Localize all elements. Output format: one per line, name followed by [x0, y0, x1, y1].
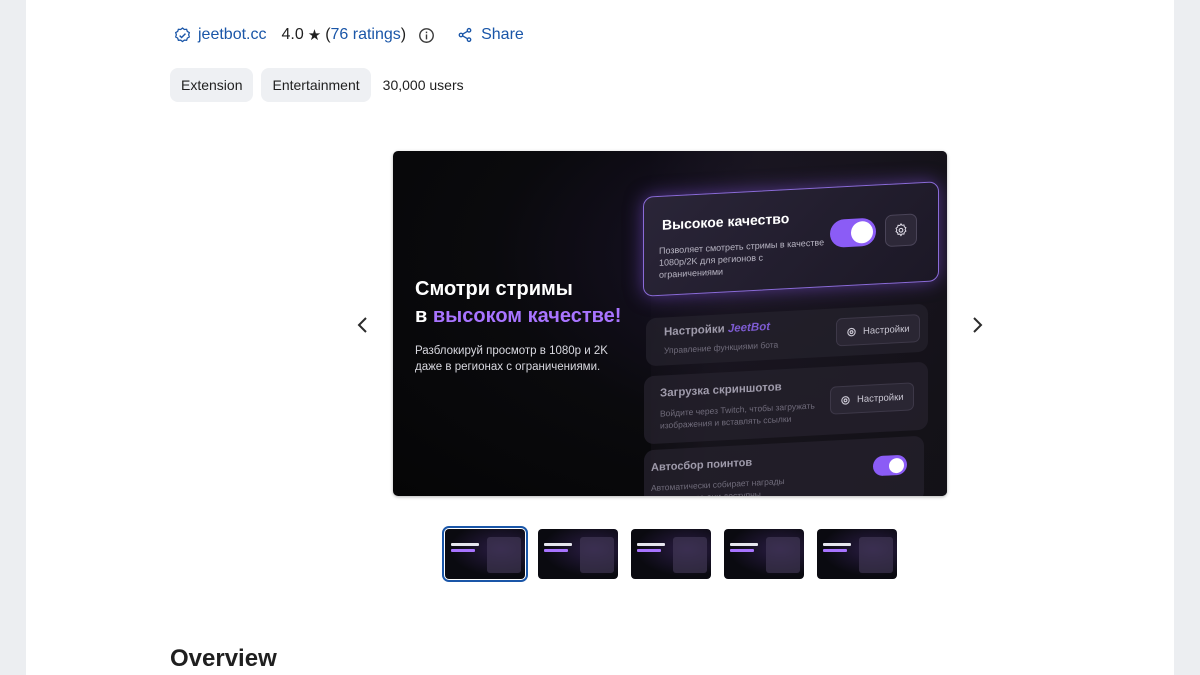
rating-value: 4.0: [281, 26, 304, 43]
category-chips: Extension Entertainment 30,000 users: [170, 68, 464, 102]
verified-icon: [174, 26, 191, 42]
hero-title-line2: в высоком качестве!: [415, 303, 621, 330]
jeetbot-settings-button[interactable]: Настройки: [836, 314, 920, 347]
chip-entertainment[interactable]: Entertainment: [261, 68, 371, 102]
gear-icon: [847, 327, 856, 336]
card-screenshots-desc: Войдите через Twitch, чтобы загружать из…: [660, 400, 815, 431]
thumbnail-3[interactable]: [631, 529, 711, 579]
hero-title-line1: Смотри стримы: [415, 278, 573, 300]
gear-icon: [895, 222, 907, 237]
card-settings-title: Настройки JeetBot: [664, 321, 770, 339]
chevron-left-icon: [357, 317, 367, 333]
thumbnail-1[interactable]: [442, 526, 528, 582]
publisher-name: jeetbot.cc: [198, 26, 267, 43]
rating: 4.0 ★ ( 76 ratings ): [281, 26, 406, 44]
overview-heading: Overview: [170, 645, 277, 672]
card-screenshots-title: Загрузка скриншотов: [660, 381, 782, 400]
share-button[interactable]: Share: [457, 26, 524, 44]
card-points-desc: Автоматически собирает награды канала, к…: [651, 475, 785, 496]
star-icon: ★: [307, 27, 322, 44]
chevron-right-icon: [973, 317, 983, 333]
card-settings-title-accent: JeetBot: [727, 320, 771, 336]
thumbnail-4[interactable]: [724, 529, 804, 579]
share-label: Share: [481, 26, 524, 43]
jeetbot-settings-button-label: Настройки: [863, 323, 910, 337]
screenshot-hero[interactable]: Смотри стримы в высоком качестве! Разбло…: [393, 151, 947, 496]
hero-title: Смотри стримы в высоком качестве!: [415, 276, 621, 330]
thumbnail-5[interactable]: [817, 529, 897, 579]
card-settings-desc: Управление функциями бота: [664, 339, 779, 356]
hero-title-prefix: в: [415, 305, 433, 327]
high-quality-gear-button[interactable]: [885, 213, 917, 248]
publisher-link[interactable]: jeetbot.cc: [174, 26, 266, 44]
card-high-quality-desc: Позволяет смотреть стримы в качестве 108…: [659, 237, 825, 280]
gear-icon: [841, 395, 850, 405]
users-count: 30,000 users: [382, 77, 464, 93]
info-icon[interactable]: [418, 27, 435, 44]
screenshot-thumbnails: [442, 526, 910, 582]
card-high-quality-title: Высокое качество: [662, 210, 790, 233]
share-icon: [458, 27, 472, 43]
hero-description: Разблокируй просмотр в 1080p и 2K даже в…: [415, 345, 608, 373]
card-points-title: Автосбор поинтов: [651, 456, 753, 474]
screenshots-settings-button-label: Настройки: [857, 391, 904, 405]
hero-title-accent: высоком качестве!: [432, 305, 622, 327]
auto-points-toggle[interactable]: [873, 454, 907, 477]
ratings-count-link[interactable]: 76 ratings: [331, 26, 401, 44]
rating-close-paren: ): [400, 26, 407, 43]
meta-row: jeetbot.cc 4.0 ★ ( 76 ratings ) Share: [174, 24, 524, 46]
chip-extension[interactable]: Extension: [170, 68, 254, 102]
carousel-prev-button[interactable]: [351, 313, 375, 337]
card-settings-title-prefix: Настройки: [664, 323, 728, 339]
thumbnail-2[interactable]: [538, 529, 618, 579]
screenshots-settings-button[interactable]: Настройки: [830, 382, 914, 415]
card-high-quality: Высокое качество Позволяет смотреть стри…: [643, 181, 939, 297]
high-quality-toggle[interactable]: [830, 217, 876, 248]
carousel-next-button[interactable]: [965, 313, 989, 337]
